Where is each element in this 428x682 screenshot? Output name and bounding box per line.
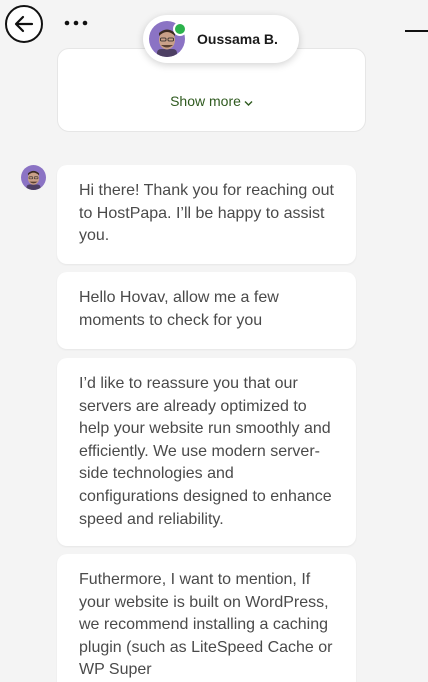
message-bubble: Hi there! Thank you for reaching out to …: [57, 165, 356, 264]
chat-window: Oussama B. Show more Hi there! Thank you…: [0, 0, 428, 682]
chevron-down-icon: [244, 94, 253, 110]
back-button[interactable]: [5, 5, 43, 43]
person-photo-icon: [21, 165, 46, 190]
more-options-button[interactable]: [62, 12, 90, 34]
message-bubble: Hello Hovav, allow me a few moments to c…: [57, 272, 356, 349]
more-horizontal-icon: [64, 20, 88, 26]
message-avatar: [21, 165, 46, 190]
minimize-button[interactable]: [402, 18, 428, 44]
agent-avatar: [149, 21, 187, 57]
agent-name: Oussama B.: [197, 31, 278, 47]
agent-header: Oussama B.: [143, 15, 299, 63]
show-more-link[interactable]: Show more: [58, 93, 365, 110]
message-bubble: I’d like to reassure you that our server…: [57, 358, 356, 546]
online-status-dot: [173, 22, 187, 36]
show-more-label: Show more: [170, 93, 241, 109]
message-bubble: Futhermore, I want to mention, If your w…: [57, 554, 356, 682]
minimize-icon: [405, 30, 428, 32]
arrow-left-icon: [14, 15, 34, 33]
